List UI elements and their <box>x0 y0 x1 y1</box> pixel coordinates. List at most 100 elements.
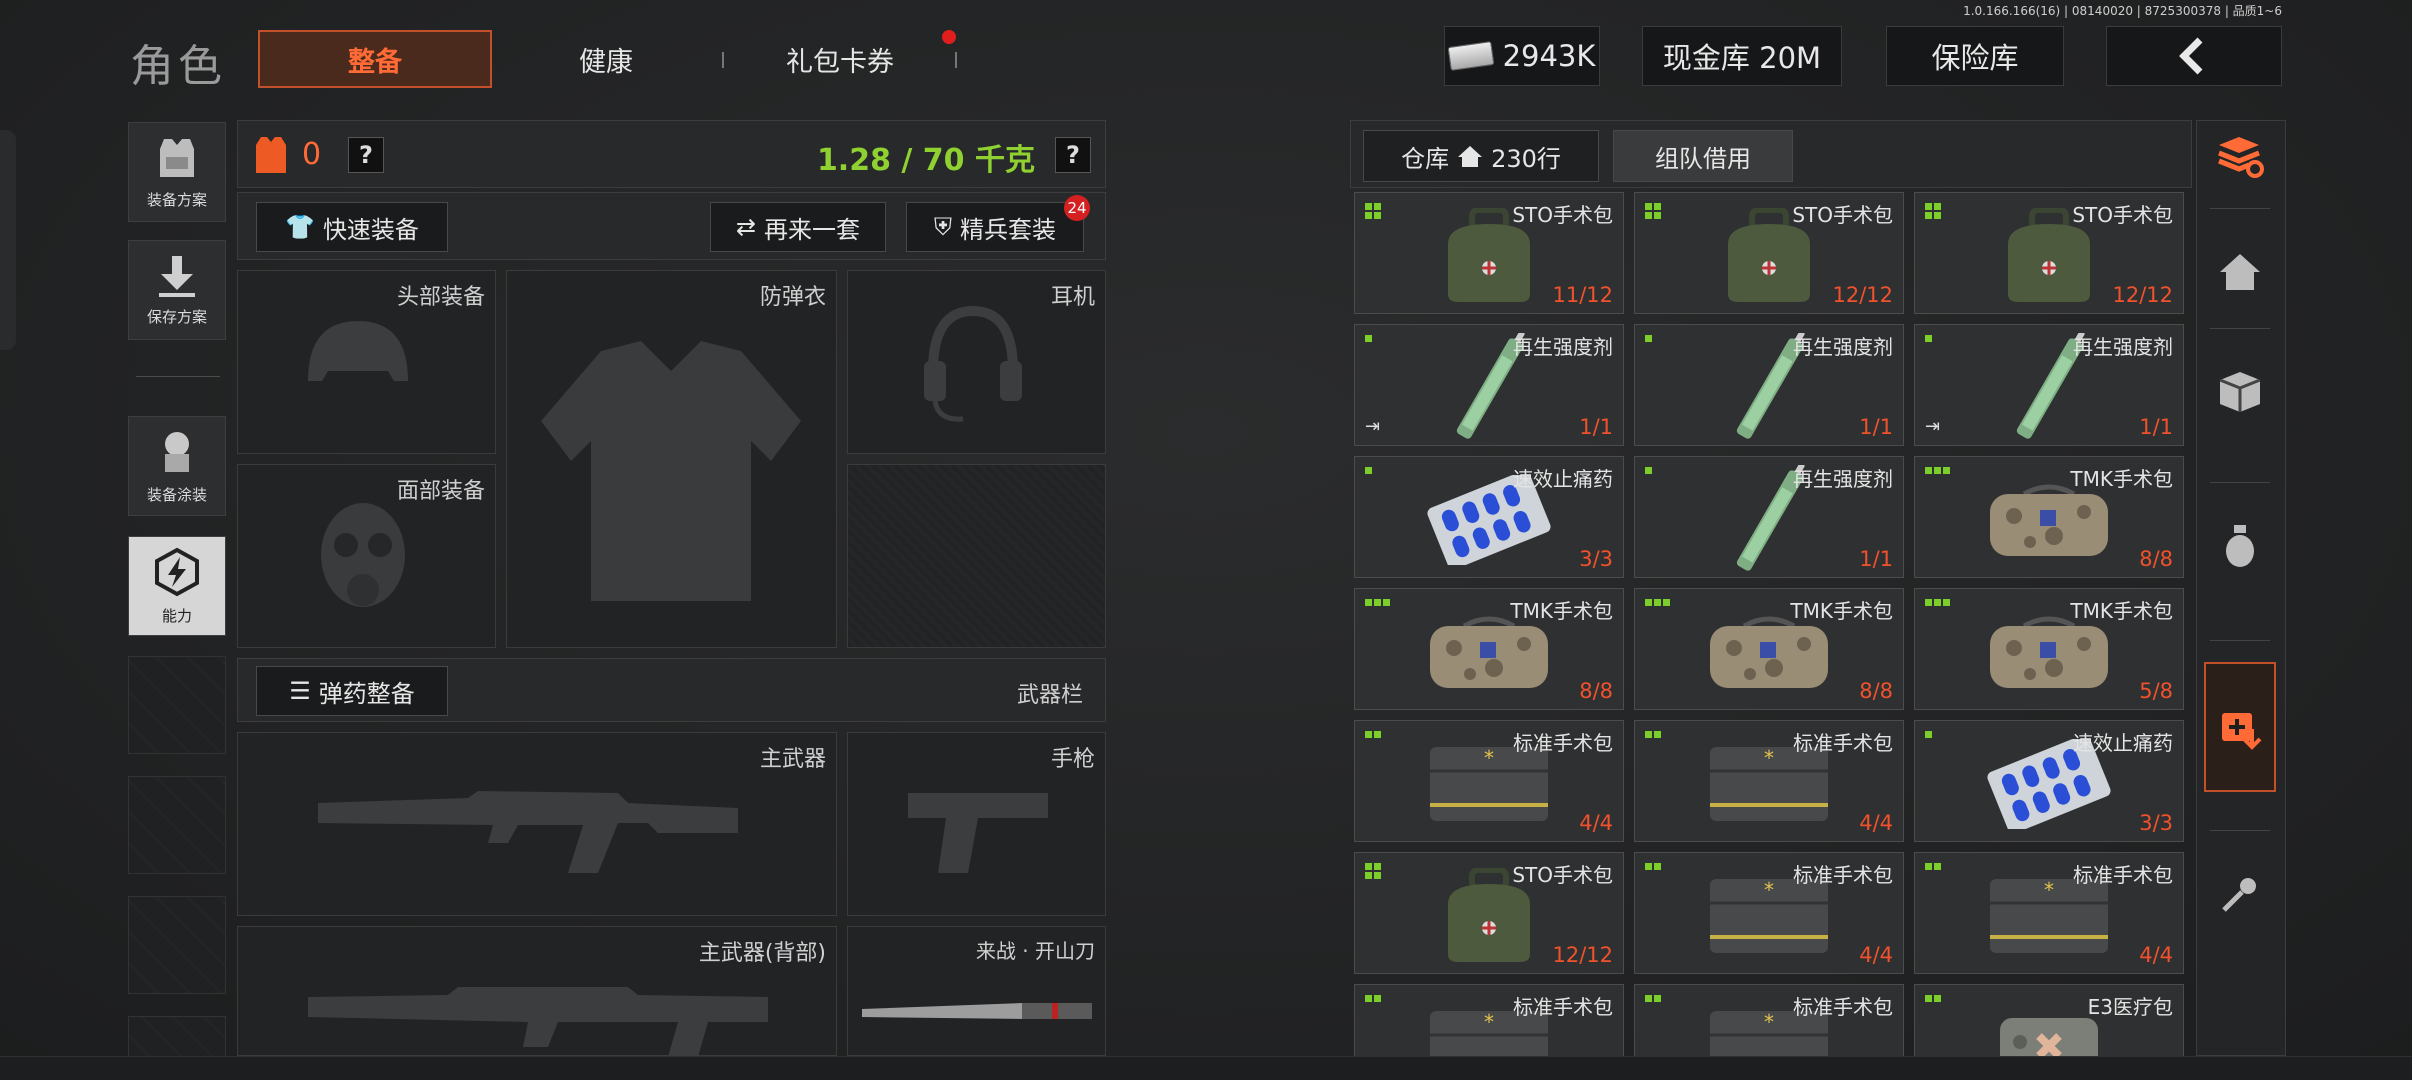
weapon-bar-label: 武器栏 <box>1016 683 1083 708</box>
size-dot <box>1925 467 1932 474</box>
item-count: 4/4 <box>1579 811 1613 835</box>
sidebar-label: 装备方案 <box>146 190 207 209</box>
item-size-dots <box>1925 335 1945 342</box>
again-one-set-button[interactable]: ⇄ 再来一套 <box>710 202 886 252</box>
slot-primary-weapon[interactable]: 主武器 <box>237 732 837 916</box>
item-count: 1/1 <box>1579 415 1613 439</box>
item-name: 标准手术包 <box>2073 863 2173 887</box>
storage-item[interactable]: * 标准手术包 4/4 <box>1354 720 1624 842</box>
item-size-dots <box>1645 863 1665 870</box>
storage-grid: STO手术包 11/12 STO手术包 12/12 STO手术包 12/12 再生强度剂 1/… <box>1350 188 2192 1056</box>
size-dot <box>1934 863 1941 870</box>
storage-item[interactable]: * 标准手术包 <box>1354 984 1624 1056</box>
item-size-dots <box>1925 731 1945 738</box>
headset-icon <box>924 305 1022 422</box>
slot-primary-weapon-back[interactable]: 主武器(背部) <box>237 926 837 1056</box>
rail-divider <box>2210 640 2270 641</box>
edge-handle[interactable] <box>0 130 16 350</box>
slot-face[interactable]: 面部装备 <box>237 464 496 648</box>
quick-equip-label: 快速装备 <box>322 215 419 244</box>
item-size-dots <box>1925 995 1945 1002</box>
sidebar-gear-paint[interactable]: 装备涂装 <box>128 416 226 516</box>
grenade-icon[interactable] <box>2204 510 2276 582</box>
sidebar-ability[interactable]: 能力 <box>128 536 226 636</box>
size-dot <box>1925 212 1932 219</box>
elite-kit-button[interactable]: ⛨ 精兵套装 <box>906 202 1084 252</box>
storage-item[interactable]: 速效止痛药 3/3 <box>1914 720 2184 842</box>
use-item-icon[interactable]: ⇥ <box>1925 416 1940 437</box>
item-size-dots <box>1365 731 1385 738</box>
storage-item[interactable]: * 标准手术包 <box>1634 984 1904 1056</box>
weapons-header: ☰ 弹药整备 武器栏 <box>237 658 1106 722</box>
storage-item[interactable]: STO手术包 12/12 <box>1914 192 2184 314</box>
tab-warehouse[interactable]: 仓库 230行 <box>1363 130 1599 182</box>
primary-weapon-label: 主武器 <box>759 747 826 772</box>
slot-vest[interactable]: 防弹衣 <box>506 270 837 648</box>
storage-item[interactable]: TMK手术包 8/8 <box>1354 588 1624 710</box>
storage-item[interactable]: * 标准手术包 4/4 <box>1634 720 1904 842</box>
storage-item[interactable]: 再生强度剂 1/1 ⇥ <box>1914 324 2184 446</box>
storage-item[interactable]: STO手术包 11/12 <box>1354 192 1624 314</box>
tab-gear[interactable]: 整备 <box>258 30 492 88</box>
tab-team-borrow[interactable]: 组队借用 <box>1613 130 1793 182</box>
storage-item[interactable]: * 标准手术包 4/4 <box>1914 852 2184 974</box>
slot-head[interactable]: 头部装备 <box>237 270 496 454</box>
storage-item[interactable]: STO手术包 12/12 <box>1634 192 1904 314</box>
storage-item[interactable]: TMK手术包 8/8 <box>1914 456 2184 578</box>
safe-button[interactable]: 保险库 <box>1886 26 2064 86</box>
storage-item[interactable]: TMK手术包 8/8 <box>1634 588 1904 710</box>
item-name: TMK手术包 <box>1790 599 1893 623</box>
cash-vault-button[interactable]: 现金库 20M <box>1642 26 1842 86</box>
slot-headset[interactable]: 耳机 <box>847 270 1106 454</box>
version-text: 1.0.166.166(16) | 08140020 | 8725300378 … <box>1963 4 2282 18</box>
item-count: 1/1 <box>2139 415 2173 439</box>
armor-help-button[interactable]: ? <box>348 137 384 173</box>
weight-help-button[interactable]: ? <box>1055 137 1091 173</box>
storage-item[interactable]: 再生强度剂 1/1 <box>1634 456 1904 578</box>
melee-label: 来战 · 开山刀 <box>975 939 1095 963</box>
size-dot <box>1374 212 1381 219</box>
sidebar-save-plan[interactable]: 保存方案 <box>128 240 226 340</box>
item-count: 3/3 <box>1579 547 1613 571</box>
slot-pistol[interactable]: 手枪 <box>847 732 1106 916</box>
item-image <box>1704 612 1834 696</box>
gear-box-icon[interactable] <box>2204 356 2276 428</box>
size-dot <box>1383 599 1390 606</box>
size-dot <box>1925 731 1932 738</box>
item-image <box>1984 612 2114 696</box>
tab-gift-cards[interactable]: 礼包卡券 <box>760 30 920 88</box>
slot-vest-label: 防弹衣 <box>759 285 826 310</box>
tab-health[interactable]: 健康 <box>526 30 686 88</box>
key-icon[interactable] <box>2204 858 2276 930</box>
sidebar-loadout-plan[interactable]: 装备方案 <box>128 122 226 222</box>
size-dot <box>1654 599 1661 606</box>
use-item-icon[interactable]: ⇥ <box>1365 416 1380 437</box>
storage-item[interactable]: 再生强度剂 1/1 <box>1634 324 1904 446</box>
size-dot <box>1934 212 1941 219</box>
quick-equip-button[interactable]: 👕 快速装备 <box>256 202 448 252</box>
storage-item[interactable]: E3医疗包 <box>1914 984 2184 1056</box>
storage-item[interactable]: 速效止痛药 3/3 <box>1354 456 1624 578</box>
list-icon: ☰ <box>289 677 311 705</box>
storage-item[interactable]: TMK手术包 5/8 <box>1914 588 2184 710</box>
ammo-prep-button[interactable]: ☰ 弹药整备 <box>256 666 448 716</box>
svg-text:*: * <box>1484 1010 1494 1034</box>
size-dot <box>1645 731 1652 738</box>
layers-refresh-icon[interactable] <box>2204 120 2276 192</box>
medkit-download-icon[interactable] <box>2204 662 2276 792</box>
item-size-dots <box>1925 467 1955 474</box>
back-button[interactable] <box>2106 26 2282 86</box>
item-name: E3医疗包 <box>2087 995 2173 1019</box>
size-dot <box>1663 599 1670 606</box>
home-icon[interactable] <box>2204 236 2276 308</box>
slot-melee[interactable]: 来战 · 开山刀 <box>847 926 1106 1056</box>
storage-item[interactable]: 再生强度剂 1/1 ⇥ <box>1354 324 1624 446</box>
item-size-dots <box>1365 863 1385 879</box>
item-count: 11/12 <box>1552 283 1613 307</box>
item-name: 标准手术包 <box>1793 995 1893 1019</box>
size-dot <box>1934 599 1941 606</box>
warehouse-label: 仓库 <box>1401 144 1450 173</box>
storage-item[interactable]: * 标准手术包 4/4 <box>1634 852 1904 974</box>
storage-item[interactable]: STO手术包 12/12 <box>1354 852 1624 974</box>
item-count: 4/4 <box>1859 943 1893 967</box>
